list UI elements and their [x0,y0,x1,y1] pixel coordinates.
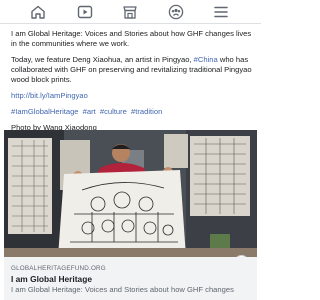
link-preview-card[interactable]: GLOBALHERITAGEFUND.ORG I am Global Herit… [4,257,257,300]
link-domain: GLOBALHERITAGEFUND.ORG [11,265,106,272]
post-body: Today, we feature Deng Xiaohua, an artis… [11,55,255,85]
post-text: I am Global Heritage: Voices and Stories… [11,29,255,139]
top-navigation-bar [0,0,261,24]
link-description: I am Global Heritage: Voices and Stories… [11,285,234,294]
hashtag-list: #IamGlobalHeritage #art #culture #tradit… [11,107,255,117]
video-icon[interactable] [74,3,96,21]
post-link[interactable]: http://bit.ly/IamPingyao [11,91,88,100]
hashtag-link[interactable]: #culture [100,107,127,116]
hashtag-link[interactable]: #art [83,107,96,116]
hashtag-link[interactable]: #tradition [131,107,162,116]
link-title: I am Global Heritage [11,274,92,284]
menu-icon[interactable] [210,3,232,21]
china-hashtag-link[interactable]: #China [194,55,218,64]
marketplace-icon[interactable] [119,3,141,21]
artist-with-print-image [4,130,257,257]
post-body-prefix: Today, we feature Deng Xiaohua, an artis… [11,55,194,64]
groups-icon[interactable] [165,3,187,21]
post-intro: I am Global Heritage: Voices and Stories… [11,29,252,48]
home-icon[interactable] [27,3,49,21]
hashtag-link[interactable]: #IamGlobalHeritage [11,107,79,116]
post-photo[interactable] [4,130,257,257]
